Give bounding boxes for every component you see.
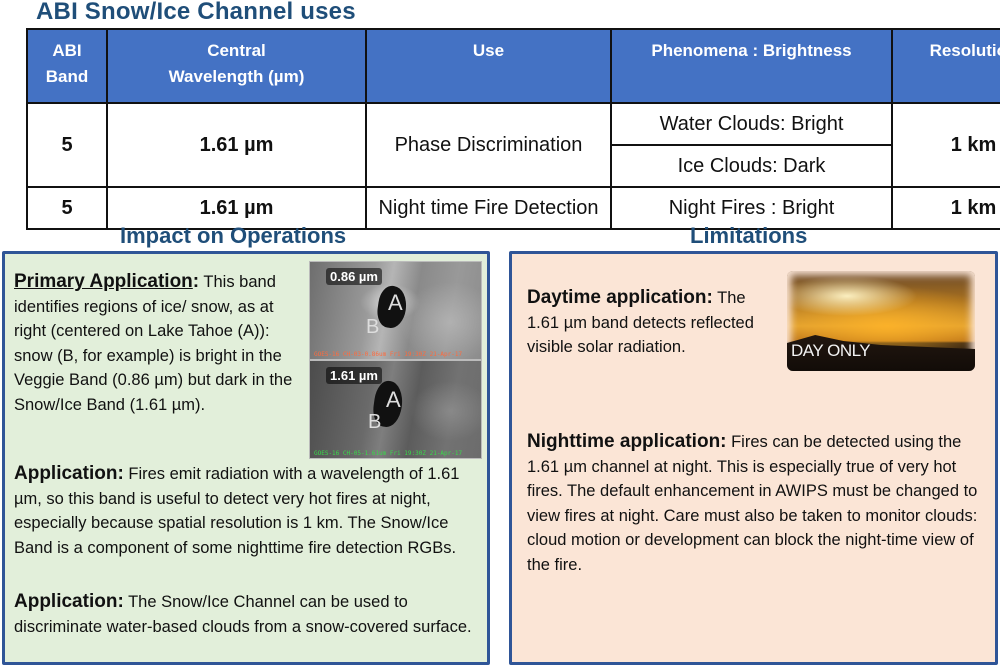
channel-table: ABI Band Central Wavelength (µm) Use Pheno… <box>26 28 1000 230</box>
header-phenomena: Phenomena : Brightness <box>610 28 893 104</box>
image-footer: GOES-16 CH-03-0.86um Fri 19:30Z 21-Apr-1… <box>314 351 463 358</box>
application-label: Application: <box>14 591 124 612</box>
cell-use: Phase Discrimination <box>365 102 612 188</box>
table-row: 5 1.61 µm Phase Discrimination Water Clo… <box>26 102 1000 188</box>
cell-band: 5 <box>26 186 108 230</box>
nighttime-application-label: Nighttime application: <box>527 431 727 452</box>
cell-phenomena: Water Clouds: Bright <box>610 102 893 146</box>
primary-application-label: Primary Application <box>14 271 193 292</box>
marker-a: A <box>388 290 403 315</box>
cell-wavelength: 1.61 µm <box>106 102 367 188</box>
primary-application-text: This band identifies regions of ice/ sno… <box>14 273 293 414</box>
nighttime-application-paragraph: Nighttime application: Fires can be dete… <box>527 431 978 574</box>
fire-application-paragraph: Application: Fires emit radiation with a… <box>14 463 460 557</box>
satellite-image-086: 0.86 µm A B GOES-16 CH-03-0.86um Fri 19:… <box>309 261 482 360</box>
cell-resolution: 1 km <box>891 186 1000 230</box>
marker-b: B <box>368 411 382 433</box>
impact-heading: Impact on Operations <box>120 223 347 248</box>
image-wavelength-label: 1.61 µm <box>326 367 382 384</box>
marker-a: A <box>386 387 401 412</box>
day-only-caption: DAY ONLY <box>791 341 871 360</box>
image-footer: GOES-16 CH-05-1.61um Fri 19:30Z 21-Apr-1… <box>314 450 463 457</box>
daytime-application-paragraph: Daytime application: The 1.61 µm band de… <box>527 287 754 356</box>
daytime-application-label: Daytime application: <box>527 287 713 308</box>
image-wavelength-label: 0.86 µm <box>326 268 382 285</box>
cell-phenomena: Ice Clouds: Dark <box>610 144 893 188</box>
header-central-wavelength: Central Wavelength (µm) <box>106 28 367 104</box>
header-use: Use <box>365 28 612 104</box>
cell-band: 5 <box>26 102 108 188</box>
cell-resolution: 1 km <box>891 102 1000 188</box>
header-resolution: Resolution <box>891 28 1000 104</box>
cloud-application-paragraph: Application: The Snow/Ice Channel can be… <box>14 591 472 636</box>
header-abi-band: ABI Band <box>26 28 108 104</box>
cell-use: Night time Fire Detection <box>365 186 612 230</box>
application-label: Application: <box>14 463 124 484</box>
page-title: ABI Snow/Ice Channel uses <box>36 0 356 25</box>
day-only-image: DAY ONLY <box>787 271 975 371</box>
table-header-row: ABI Band Central Wavelength (µm) Use Pheno… <box>26 28 1000 104</box>
primary-application-paragraph: Primary Application: This band identifie… <box>14 271 293 414</box>
limitations-heading: Limitations <box>690 223 808 248</box>
satellite-image-161: 1.61 µm A B GOES-16 CH-05-1.61um Fri 19:… <box>309 360 482 459</box>
marker-b: B <box>366 316 380 338</box>
